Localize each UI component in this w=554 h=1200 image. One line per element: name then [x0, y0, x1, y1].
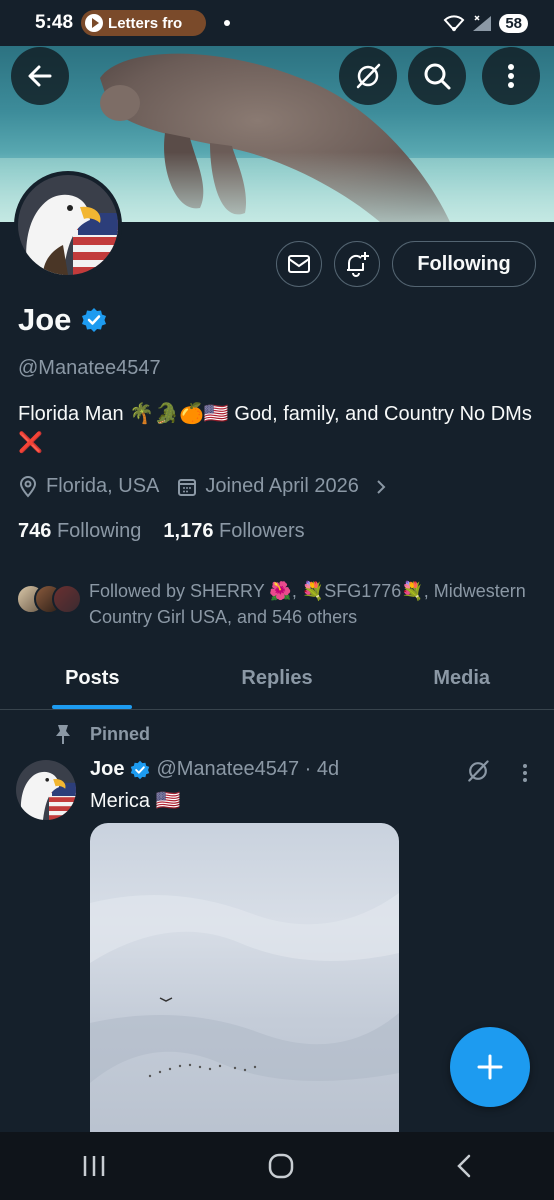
back-nav-icon[interactable] [455, 1153, 473, 1179]
more-vertical-icon[interactable] [520, 762, 530, 784]
more-vertical-icon [508, 64, 514, 88]
location-item: Florida, USA [18, 475, 159, 498]
mail-icon [288, 255, 310, 273]
followed-by-text: Followed by SHERRY 🌺, 💐SFG1776💐, Midwest… [89, 581, 526, 627]
recent-apps-icon[interactable] [81, 1154, 107, 1178]
tab-posts[interactable]: Posts [0, 648, 185, 709]
pinned-label: Pinned [90, 723, 151, 744]
grok-icon[interactable] [465, 758, 491, 784]
profile-tabs: Posts Replies Media [0, 648, 554, 710]
search-button[interactable] [408, 47, 466, 105]
media-chip[interactable]: Letters fro [81, 10, 207, 36]
following-count: 746 [18, 520, 52, 542]
home-icon[interactable] [268, 1153, 294, 1179]
following-button[interactable]: Following [392, 241, 536, 287]
location-text: Florida, USA [46, 475, 160, 497]
followers-link[interactable]: 1,176 Followers [163, 520, 304, 543]
post-author-handle[interactable]: @Manatee4547 · 4d [156, 758, 339, 781]
pinned-indicator: Pinned [54, 723, 150, 745]
follower-avatar [52, 584, 82, 614]
post-author-avatar[interactable] [16, 760, 76, 820]
media-chip-text: Letters fro [108, 14, 183, 32]
compose-post-button[interactable] [450, 1027, 530, 1107]
eagle-avatar-image [18, 175, 118, 275]
bell-plus-icon [347, 252, 369, 277]
status-bar: 5:48 Letters fro 58 [0, 0, 554, 46]
profile-meta: Florida, USA Joined April 2026 [18, 475, 405, 498]
profile-name: Joe [18, 302, 72, 337]
back-button[interactable] [11, 47, 69, 105]
location-icon [19, 475, 37, 498]
profile-name-row: Joe [18, 302, 107, 338]
notifications-button[interactable] [334, 241, 380, 287]
post-header: Joe @Manatee4547 · 4d [90, 758, 339, 781]
followed-by-avatars [16, 584, 86, 620]
status-time: 5:48 [35, 12, 74, 33]
calendar-icon [178, 478, 197, 496]
system-nav-bar [0, 1132, 554, 1200]
message-button[interactable] [276, 241, 322, 287]
following-link[interactable]: 746 Following [18, 520, 141, 543]
play-icon [85, 14, 104, 32]
verified-badge-icon[interactable] [81, 307, 107, 333]
following-label: Following [56, 520, 142, 542]
tab-media[interactable]: Media [369, 648, 554, 709]
post-author-name[interactable]: Joe [90, 758, 124, 781]
sky-birds-image [90, 893, 399, 1083]
followers-label: Followers [219, 520, 305, 542]
search-icon [424, 63, 451, 90]
signal-icon [473, 15, 492, 31]
verified-badge-icon [131, 760, 150, 779]
plus-icon [477, 1054, 503, 1080]
battery-indicator: 58 [499, 13, 528, 33]
profile-bio: Florida Man 🌴🐊🍊🇺🇸 God, family, and Count… [18, 403, 532, 454]
follow-counts: 746 Following 1,176 Followers [18, 520, 305, 543]
joined-item[interactable]: Joined April 2026 [177, 475, 386, 498]
pin-icon [56, 725, 70, 744]
post-video[interactable] [90, 823, 399, 1153]
more-options-button[interactable] [482, 47, 540, 105]
followers-count: 1,176 [163, 520, 214, 542]
eagle-avatar-image [16, 760, 76, 820]
notification-dot [224, 20, 231, 26]
joined-text: Joined April 2026 [205, 475, 359, 497]
followed-by-row[interactable]: Followed by SHERRY 🌺, 💐SFG1776💐, Midwest… [16, 578, 539, 630]
grok-button[interactable] [339, 47, 397, 105]
tab-replies[interactable]: Replies [185, 648, 370, 709]
grok-icon [356, 63, 381, 89]
chevron-right-icon [377, 479, 386, 494]
wifi-icon [443, 15, 465, 32]
post-text: Merica 🇺🇸 [90, 790, 181, 812]
profile-handle: @Manatee4547 [18, 357, 161, 379]
back-arrow-icon [28, 65, 52, 87]
profile-avatar[interactable] [14, 171, 122, 279]
